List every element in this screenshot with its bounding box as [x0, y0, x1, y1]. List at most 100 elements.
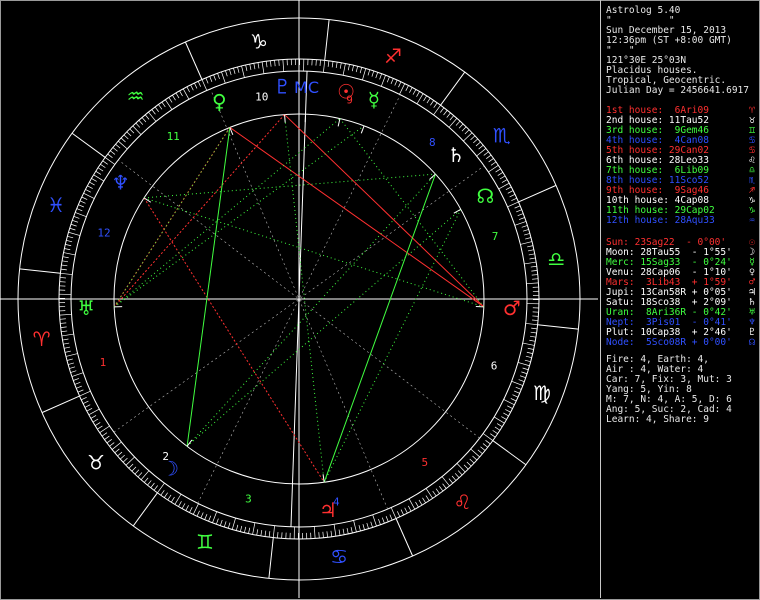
- degree-tick: [101, 432, 108, 437]
- degree-tick: [69, 227, 76, 231]
- degree-tick: [472, 455, 478, 461]
- degree-tick: [366, 522, 369, 529]
- degree-tick: [244, 526, 247, 533]
- degree-tick: [83, 192, 95, 199]
- degree-tick: [106, 439, 112, 444]
- degree-tick: [448, 478, 454, 484]
- degree-tick: [524, 233, 530, 236]
- degree-tick: [477, 449, 483, 455]
- degree-tick: [110, 150, 116, 155]
- degree-tick: [73, 378, 80, 381]
- degree-tick: [181, 503, 186, 509]
- degree-tick: [501, 416, 507, 420]
- degree-tick: [526, 282, 539, 285]
- house-number-label: 1: [100, 356, 107, 369]
- degree-tick: [245, 64, 248, 71]
- zodiac-sign-icon: ♍: [533, 381, 551, 405]
- degree-tick: [282, 59, 285, 72]
- planet-glyph-icon: ☊: [749, 337, 756, 348]
- degree-tick: [192, 503, 199, 515]
- degree-tick: [415, 501, 419, 508]
- degree-tick: [510, 398, 517, 402]
- degree-tick: [528, 253, 535, 256]
- house-number-label: 11: [167, 130, 180, 143]
- degree-tick: [248, 527, 251, 534]
- degree-tick: [167, 494, 172, 501]
- degree-tick: [475, 141, 481, 147]
- degree-tick: [525, 323, 538, 326]
- degree-tick: [531, 270, 538, 272]
- degree-tick: [212, 511, 218, 523]
- degree-tick: [75, 212, 87, 218]
- degree-tick: [524, 359, 531, 363]
- degree-tick: [379, 73, 383, 80]
- degree-tick: [530, 265, 537, 268]
- degree-tick: [359, 67, 363, 74]
- degree-tick: [60, 272, 73, 275]
- degree-tick: [408, 505, 412, 512]
- degree-tick: [219, 519, 223, 526]
- midheaven-icon: MC: [294, 78, 319, 97]
- degree-tick: [455, 120, 461, 126]
- degree-tick: [516, 209, 522, 213]
- sign-boundary: [268, 537, 274, 579]
- sun-icon: ☉: [337, 79, 355, 103]
- sign-boundary: [71, 132, 106, 158]
- aspect-line: [144, 173, 436, 199]
- degree-tick: [249, 64, 252, 71]
- sign-boundary: [184, 41, 203, 80]
- degree-tick: [463, 464, 469, 470]
- degree-tick: [390, 507, 397, 519]
- degree-tick: [514, 390, 520, 394]
- degree-tick: [394, 79, 398, 86]
- degree-tick: [104, 435, 110, 440]
- degree-tick: [529, 257, 536, 260]
- degree-tick: [416, 91, 420, 97]
- degree-tick: [521, 225, 528, 228]
- node-icon: ☊: [476, 184, 494, 208]
- degree-tick: [107, 153, 113, 158]
- degree-tick: [260, 529, 263, 537]
- degree-tick: [398, 81, 402, 88]
- degree-tick: [59, 277, 66, 279]
- degree-tick: [439, 486, 444, 492]
- degree-tick: [235, 524, 239, 531]
- degree-tick: [443, 110, 448, 116]
- degree-tick: [158, 104, 163, 110]
- degree-tick: [353, 520, 357, 533]
- planet-pointer: [453, 208, 462, 214]
- house-number-label: 5: [421, 456, 428, 469]
- degree-tick: [237, 66, 240, 73]
- degree-tick: [272, 525, 275, 538]
- degree-tick: [529, 335, 537, 338]
- degree-tick: [517, 213, 524, 217]
- degree-tick: [386, 76, 390, 83]
- degree-tick: [362, 68, 367, 81]
- degree-tick: [201, 79, 208, 91]
- degree-tick: [442, 483, 447, 489]
- degree-tick: [493, 416, 505, 424]
- degree-tick: [326, 531, 328, 538]
- degree-tick: [408, 498, 416, 510]
- degree-tick: [126, 131, 132, 137]
- degree-tick: [512, 394, 519, 398]
- degree-tick: [313, 526, 316, 539]
- degree-tick: [233, 68, 236, 74]
- sign-boundary: [395, 518, 414, 557]
- degree-tick: [527, 249, 534, 252]
- degree-tick: [466, 461, 472, 467]
- degree-tick: [174, 493, 182, 505]
- degree-tick: [94, 422, 101, 426]
- degree-tick: [501, 179, 508, 183]
- sign-boundary: [440, 71, 466, 106]
- degree-tick: [423, 95, 428, 102]
- degree-tick: [522, 342, 535, 346]
- zodiac-sign-icon: ♐: [384, 44, 402, 68]
- degree-tick: [61, 260, 69, 263]
- degree-tick: [497, 172, 504, 176]
- degree-tick: [446, 112, 451, 118]
- degree-tick: [264, 530, 267, 537]
- degree-tick: [355, 66, 359, 73]
- pluto-icon: ♇: [273, 75, 291, 99]
- planet-pointer: [322, 474, 325, 483]
